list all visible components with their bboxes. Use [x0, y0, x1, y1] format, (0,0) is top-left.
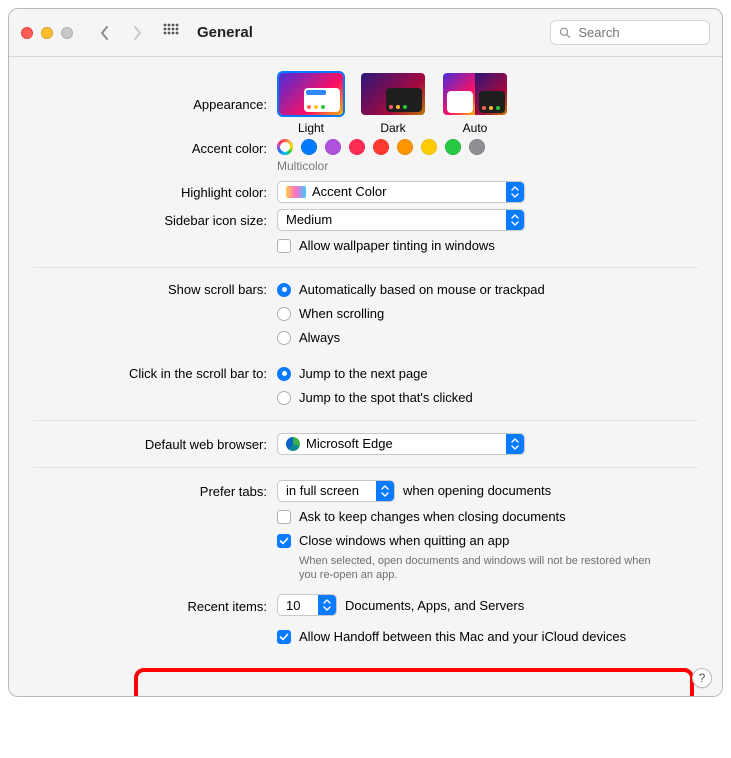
minimize-window-button[interactable] [41, 27, 53, 39]
checkbox-icon [277, 510, 291, 524]
accent-swatch-blue[interactable] [301, 139, 317, 155]
close-windows-label: Close windows when quitting an app [299, 532, 509, 550]
appearance-option-auto[interactable]: Auto [441, 71, 509, 135]
checkbox-icon [277, 239, 291, 253]
checkbox-icon [277, 630, 291, 644]
content-area: Appearance: Light Dark [9, 57, 722, 696]
search-field[interactable] [550, 20, 710, 45]
scrollbars-option-auto[interactable]: Automatically based on mouse or trackpad [277, 280, 698, 300]
chevron-updown-icon [376, 481, 394, 501]
appearance-option-light[interactable]: Light [277, 71, 345, 135]
accent-swatch-purple[interactable] [325, 139, 341, 155]
show-all-button[interactable] [163, 23, 179, 42]
scrollclick-label: Click in the scroll bar to: [33, 364, 277, 381]
wallpaper-tinting-label: Allow wallpaper tinting in windows [299, 237, 495, 255]
handoff-checkbox[interactable]: Allow Handoff between this Mac and your … [277, 628, 698, 646]
accent-swatch-red[interactable] [373, 139, 389, 155]
close-windows-note: When selected, open documents and window… [277, 554, 657, 583]
chevron-updown-icon [506, 210, 524, 230]
close-window-button[interactable] [21, 27, 33, 39]
accent-label: Accent color: [33, 139, 277, 156]
accent-swatch-orange[interactable] [397, 139, 413, 155]
window-title: General [197, 24, 253, 41]
recent-select[interactable]: 10 [277, 594, 337, 616]
accent-caption: Multicolor [277, 159, 698, 175]
tabs-select[interactable]: in full screen [277, 480, 395, 502]
scrollclick-option-next-page[interactable]: Jump to the next page [277, 364, 698, 384]
highlight-label: Highlight color: [33, 183, 277, 200]
checkbox-icon [277, 534, 291, 548]
edge-icon [286, 437, 300, 451]
titlebar: General [9, 9, 722, 57]
browser-select[interactable]: Microsoft Edge [277, 433, 525, 455]
browser-value: Microsoft Edge [306, 436, 500, 451]
ask-changes-checkbox[interactable]: Ask to keep changes when closing documen… [277, 508, 698, 526]
recent-items-row: Recent items: 10 Documents, Apps, and Se… [33, 594, 698, 616]
appearance-option-dark[interactable]: Dark [359, 71, 427, 135]
sidebar-size-label: Sidebar icon size: [33, 211, 277, 228]
preferences-window: General Appearance: Light Dark [8, 8, 723, 697]
appearance-option-label: Light [298, 121, 324, 135]
wallpaper-tinting-checkbox[interactable]: Allow wallpaper tinting in windows [277, 237, 698, 255]
scrollbars-label: Show scroll bars: [33, 280, 277, 297]
appearance-option-label: Auto [463, 121, 488, 135]
accent-swatch-yellow[interactable] [421, 139, 437, 155]
scrollbars-option-always[interactable]: Always [277, 328, 698, 348]
search-icon [559, 26, 570, 39]
tabs-value: in full screen [286, 483, 370, 498]
highlight-value: Accent Color [312, 184, 500, 199]
scrollclick-option-jump-spot[interactable]: Jump to the spot that's clicked [277, 388, 698, 408]
highlight-gradient-icon [286, 186, 306, 198]
tabs-suffix: when opening documents [403, 483, 551, 498]
ask-changes-label: Ask to keep changes when closing documen… [299, 508, 566, 526]
recent-label: Recent items: [33, 597, 277, 614]
accent-swatch-green[interactable] [445, 139, 461, 155]
sidebar-size-select[interactable]: Medium [277, 209, 525, 231]
chevron-updown-icon [506, 182, 524, 202]
accent-swatch-multicolor[interactable] [277, 139, 293, 155]
window-controls [21, 27, 73, 39]
highlight-select[interactable]: Accent Color [277, 181, 525, 203]
close-windows-checkbox[interactable]: Close windows when quitting an app [277, 532, 698, 550]
back-button[interactable] [93, 21, 117, 45]
scrollbars-option-when-scrolling[interactable]: When scrolling [277, 304, 698, 324]
recent-value: 10 [286, 598, 312, 613]
accent-swatch-graphite[interactable] [469, 139, 485, 155]
sidebar-size-value: Medium [286, 212, 500, 227]
appearance-label: Appearance: [33, 95, 277, 112]
search-input[interactable] [576, 24, 701, 41]
accent-swatch-pink[interactable] [349, 139, 365, 155]
chevron-updown-icon [318, 595, 336, 615]
tabs-label: Prefer tabs: [33, 482, 277, 499]
chevron-updown-icon [506, 434, 524, 454]
recent-suffix: Documents, Apps, and Servers [345, 598, 524, 613]
appearance-option-label: Dark [380, 121, 405, 135]
forward-button[interactable] [125, 21, 149, 45]
handoff-label: Allow Handoff between this Mac and your … [299, 628, 626, 646]
zoom-window-button[interactable] [61, 27, 73, 39]
browser-label: Default web browser: [33, 435, 277, 452]
